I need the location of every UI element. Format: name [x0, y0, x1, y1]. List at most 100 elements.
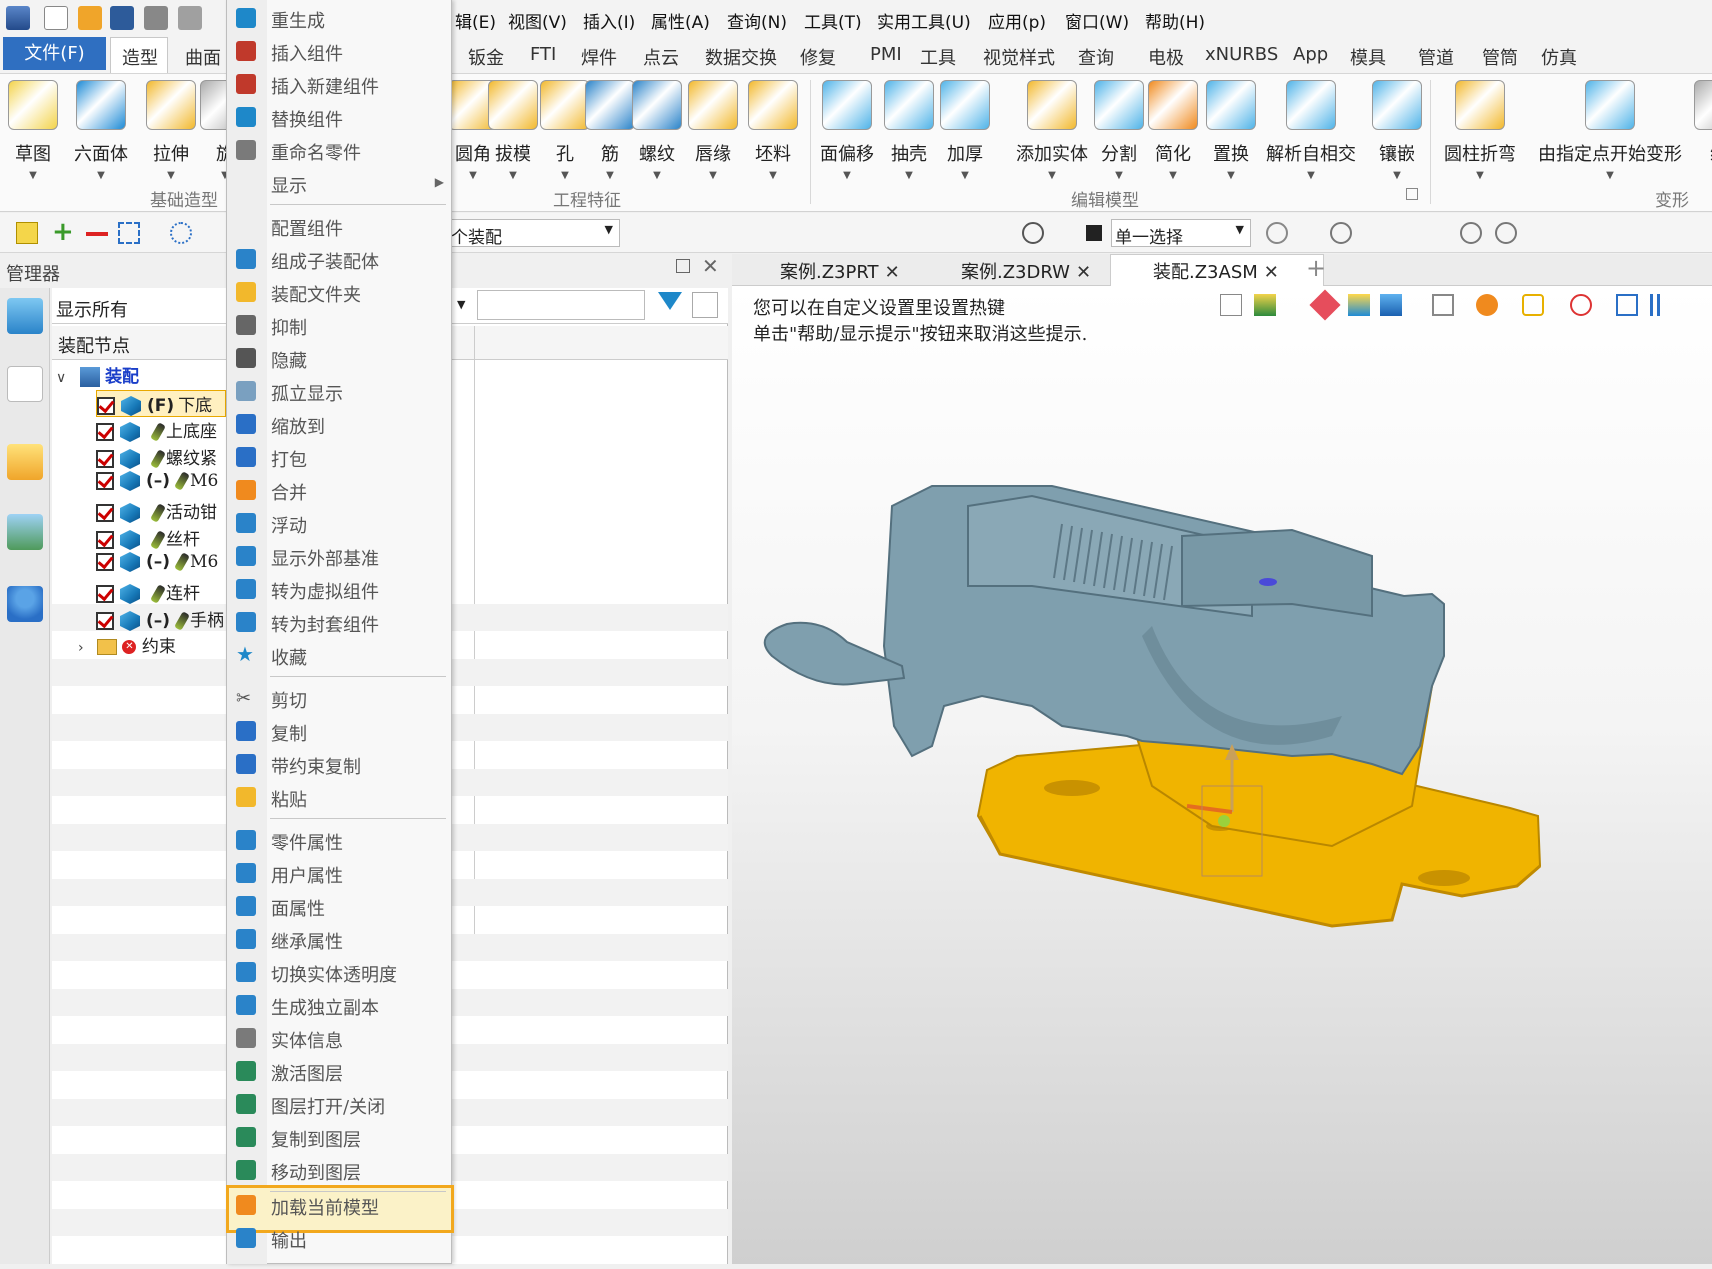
ribbon-button-eng-3[interactable]: 筋 ▼ — [585, 80, 635, 181]
menu-query[interactable]: 查询(N) — [727, 8, 787, 33]
menu-item-3[interactable]: 替换组件 — [226, 101, 452, 134]
tree-row-item[interactable]: (–) 手柄 — [96, 606, 224, 633]
vise-model[interactable] — [732, 286, 1712, 1264]
ribbon-button-edit-0[interactable]: 面偏移 ▼ — [820, 80, 874, 181]
menu-item-9[interactable]: 抑制 — [226, 309, 452, 342]
close-icon[interactable]: ✕ — [702, 254, 719, 278]
menu-attributes[interactable]: 属性(A) — [651, 8, 710, 33]
tree-row-item[interactable]: (–) M6 — [96, 471, 218, 498]
search-input[interactable] — [477, 290, 645, 320]
tree-row-item[interactable]: (–) M6 — [96, 552, 218, 579]
tab-0[interactable]: 钣金 — [468, 44, 504, 70]
chevron-down-icon[interactable]: ▼ — [884, 170, 934, 181]
split-icon[interactable] — [1650, 294, 1660, 316]
tree-row-item[interactable]: 螺纹紧 — [96, 444, 217, 471]
chevron-down-icon[interactable]: ▼ — [488, 170, 538, 181]
filter-dropdown[interactable]: 个装配 ▼ — [448, 219, 620, 248]
tab-16[interactable]: 仿真 — [1541, 44, 1577, 70]
menu-utilities[interactable]: 实用工具(U) — [877, 8, 971, 33]
menu-item-23[interactable]: 粘贴 — [226, 781, 452, 814]
circle-point-icon[interactable] — [1460, 222, 1482, 244]
visibility-checkbox[interactable] — [96, 553, 114, 571]
list-options-icon[interactable] — [692, 292, 718, 318]
tool-icon[interactable] — [178, 6, 202, 30]
ribbon-button-edit-2[interactable]: 加厚 ▼ — [940, 80, 990, 181]
menu-item-10[interactable]: 隐藏 — [226, 342, 452, 375]
wireframe-icon[interactable] — [1432, 294, 1454, 316]
menu-item-30[interactable]: 实体信息 — [226, 1022, 452, 1055]
tab-6[interactable]: PMI — [870, 44, 902, 65]
ribbon-button-edit-3[interactable]: 添加实体 ▼ — [1016, 80, 1088, 181]
circle-icon[interactable] — [1495, 222, 1517, 244]
filter-pick-icon[interactable] — [1266, 222, 1288, 244]
close-icon[interactable]: ✕ — [1264, 262, 1279, 283]
ribbon-button-edit-1[interactable]: 抽壳 ▼ — [884, 80, 934, 181]
tab-11[interactable]: xNURBS — [1205, 44, 1278, 65]
menu-item-27[interactable]: 继承属性 — [226, 923, 452, 956]
history-tree-icon[interactable] — [7, 298, 43, 334]
close-icon[interactable]: ✕ — [1076, 262, 1091, 283]
menu-item-34[interactable]: 移动到图层 — [226, 1154, 452, 1187]
visibility-checkbox[interactable] — [96, 585, 114, 603]
menu-edit[interactable]: 辑(E) — [455, 8, 496, 33]
menu-item-7[interactable]: 组成子装配体 — [226, 243, 452, 276]
chevron-down-icon[interactable]: ▼ — [8, 170, 58, 181]
doc-tab-part[interactable]: 案例.Z3PRT ✕ — [780, 258, 900, 284]
menu-item-36[interactable]: 输出 — [226, 1222, 452, 1255]
tab-15[interactable]: 管筒 — [1482, 44, 1518, 70]
section-icon[interactable] — [1476, 294, 1498, 316]
tab-12[interactable]: App — [1293, 44, 1328, 65]
tab-8[interactable]: 视觉样式 — [983, 44, 1055, 70]
menu-insert[interactable]: 插入(I) — [583, 8, 635, 33]
ribbon-button-eng-6[interactable]: 坯料 ▼ — [748, 80, 798, 181]
menu-item-19[interactable]: ★ 收藏 — [226, 639, 452, 672]
chevron-down-icon[interactable]: ▼ — [632, 170, 682, 181]
menu-item-1[interactable]: 插入组件 — [226, 35, 452, 68]
chevron-down-icon[interactable]: ▼ — [1444, 170, 1516, 181]
3d-viewport[interactable] — [732, 286, 1712, 1264]
menu-tools[interactable]: 工具(T) — [804, 8, 862, 33]
menu-item-32[interactable]: 图层打开/关闭 — [226, 1088, 452, 1121]
chevron-down-icon[interactable]: ▼ — [1538, 170, 1682, 181]
chevron-down-icon[interactable]: ▼ — [146, 170, 196, 181]
user-icon[interactable] — [7, 586, 43, 622]
menu-item-13[interactable]: 打包 — [226, 441, 452, 474]
ribbon-button-edit-7[interactable]: 解析自相交 ▼ — [1266, 80, 1356, 181]
menu-item-15[interactable]: 浮动 — [226, 507, 452, 540]
chevron-down-icon[interactable]: ▼ — [1266, 170, 1356, 181]
shaded-icon[interactable] — [1348, 294, 1370, 316]
tab-1[interactable]: FTI — [530, 44, 556, 65]
doc-tab-drawing[interactable]: 案例.Z3DRW ✕ — [961, 258, 1091, 284]
show-all-dropdown[interactable]: 显示所有 — [56, 296, 128, 322]
menu-item-28[interactable]: 切换实体透明度 — [226, 956, 452, 989]
chevron-down-icon[interactable]: ∨ — [56, 370, 66, 386]
ribbon-button-eng-2[interactable]: 孔 ▼ — [540, 80, 590, 181]
part-view-icon[interactable] — [7, 444, 43, 480]
menu-item-8[interactable]: 装配文件夹 — [226, 276, 452, 309]
ribbon-button-eng-5[interactable]: 唇缘 ▼ — [688, 80, 738, 181]
menu-item-17[interactable]: 转为虚拟组件 — [226, 573, 452, 606]
select-pointer-icon[interactable] — [16, 222, 38, 244]
visibility-checkbox[interactable] — [96, 531, 114, 549]
chevron-down-icon[interactable]: ▼ — [1206, 170, 1256, 181]
pick-icon[interactable] — [1022, 222, 1044, 244]
cube-view-icon[interactable] — [1380, 294, 1402, 316]
chevron-down-icon[interactable]: ▼ — [540, 170, 590, 181]
open-folder-icon[interactable] — [78, 6, 102, 30]
visibility-checkbox[interactable] — [96, 504, 114, 522]
chevron-down-icon[interactable]: ▼ — [1148, 170, 1198, 181]
menu-item-35[interactable]: 加载当前模型 — [226, 1189, 452, 1222]
add-icon[interactable]: + — [52, 219, 74, 245]
lasso-icon[interactable] — [170, 222, 192, 244]
menu-item-21[interactable]: 复制 — [226, 715, 452, 748]
menu-item-5[interactable]: 显示 ▶ — [226, 167, 452, 200]
visibility-checkbox[interactable] — [96, 423, 114, 441]
menu-item-24[interactable]: 零件属性 — [226, 824, 452, 857]
chevron-down-icon[interactable]: ▼ — [585, 170, 635, 181]
ribbon-button-basic-0[interactable]: 草图 ▼ — [8, 80, 58, 181]
tab-7[interactable]: 工具 — [920, 44, 956, 70]
ribbon-button-deform-2[interactable]: 缠▼ — [1694, 80, 1712, 181]
tree-row-item[interactable]: 丝杆 — [96, 525, 200, 552]
tab-3[interactable]: 点云 — [643, 44, 679, 70]
tree-row-item[interactable]: (F) 下底 — [96, 390, 226, 417]
